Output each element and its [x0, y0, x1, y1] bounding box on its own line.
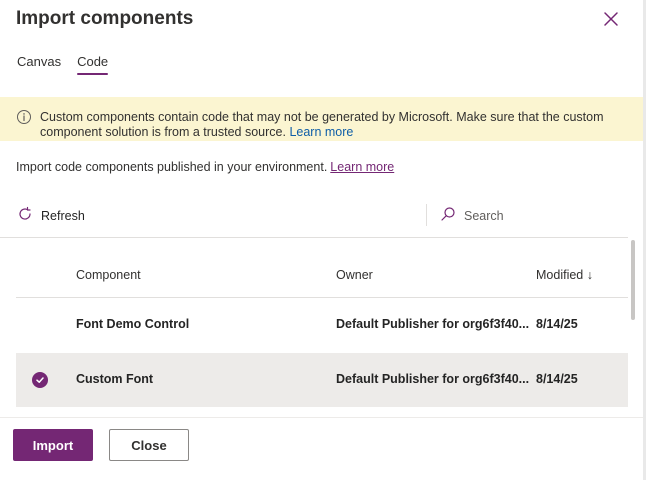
tab-list: Canvas Code — [17, 54, 109, 75]
tab-canvas[interactable]: Canvas — [17, 54, 61, 75]
search-icon — [440, 206, 456, 225]
footer-separator — [0, 417, 643, 418]
tab-code[interactable]: Code — [77, 54, 109, 75]
search-placeholder: Search — [464, 208, 504, 223]
modified-cell: 8/14/25 — [536, 372, 578, 386]
banner-learn-more-link[interactable]: Learn more — [289, 125, 353, 139]
component-name-cell: Font Demo Control — [76, 317, 190, 331]
refresh-icon — [17, 206, 33, 225]
toolbar: Refresh Search — [0, 198, 630, 234]
close-button[interactable]: Close — [109, 429, 189, 461]
description-learn-more-link[interactable]: Learn more — [330, 160, 394, 174]
table-header: Component Owner Modified ↓ — [16, 254, 628, 298]
modified-cell: 8/14/25 — [536, 317, 578, 331]
column-header-modified[interactable]: Modified ↓ — [536, 268, 593, 282]
table-row[interactable]: Font Demo Control Default Publisher for … — [16, 298, 628, 352]
checkmark-icon[interactable] — [32, 372, 48, 388]
owner-cell: Default Publisher for org6f3f40... — [336, 317, 530, 331]
dialog-title: Import components — [16, 8, 194, 29]
toolbar-separator — [0, 237, 628, 238]
refresh-label: Refresh — [41, 208, 85, 223]
import-description-text: Import code components published in your… — [16, 160, 328, 174]
import-description: Import code components published in your… — [16, 160, 394, 174]
search-input[interactable]: Search — [440, 206, 620, 225]
banner-message: Custom components contain code that may … — [40, 110, 630, 140]
owner-cell: Default Publisher for org6f3f40... — [336, 372, 530, 386]
close-icon[interactable] — [601, 9, 621, 29]
column-header-owner[interactable]: Owner — [336, 268, 373, 282]
table-scrollbar[interactable] — [631, 240, 635, 320]
import-button[interactable]: Import — [13, 429, 93, 461]
components-table: Component Owner Modified ↓ Font Demo Con… — [16, 254, 628, 409]
import-components-dialog: Import components Canvas Code Custom com… — [0, 0, 643, 480]
toolbar-divider — [426, 204, 427, 226]
table-row-selected[interactable]: Custom Font Default Publisher for org6f3… — [16, 353, 628, 407]
component-name-cell: Custom Font — [76, 372, 154, 386]
column-header-component[interactable]: Component — [76, 268, 141, 282]
info-icon — [16, 109, 32, 130]
warning-banner: Custom components contain code that may … — [0, 97, 643, 141]
refresh-button[interactable]: Refresh — [17, 206, 85, 225]
